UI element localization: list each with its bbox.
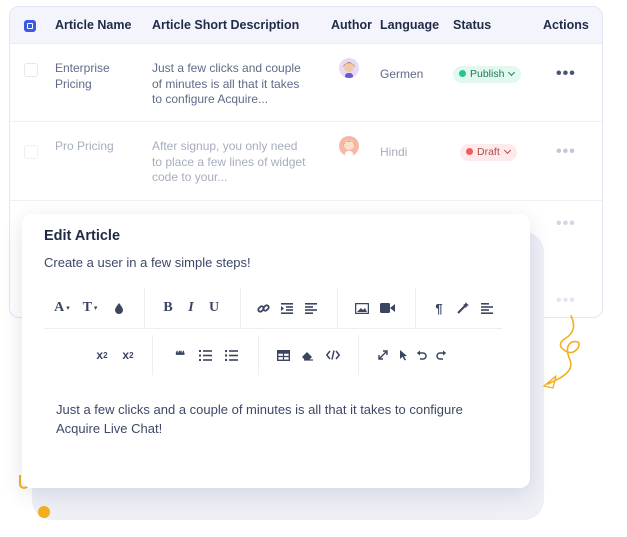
- toolbar-separator: [358, 335, 359, 375]
- magic-wand-icon[interactable]: [452, 288, 474, 328]
- article-description: After signup, you only need to place a f…: [152, 139, 305, 186]
- table-header: Article Name Article Short Description A…: [10, 7, 602, 44]
- column-short-description[interactable]: Article Short Description: [152, 18, 299, 32]
- toolbar-divider: [44, 328, 502, 329]
- column-status[interactable]: Status: [453, 18, 491, 32]
- column-language[interactable]: Language: [380, 18, 439, 32]
- chevron-down-icon: [508, 68, 516, 77]
- align-left-icon[interactable]: [300, 288, 322, 328]
- unordered-list-icon[interactable]: [220, 335, 242, 375]
- article-name[interactable]: Enterprise Pricing: [55, 61, 110, 92]
- paragraph-icon[interactable]: ¶: [428, 288, 450, 328]
- column-actions: Actions: [543, 18, 589, 32]
- article-language: Germen: [380, 67, 424, 81]
- video-icon[interactable]: [376, 288, 398, 328]
- code-icon[interactable]: [322, 335, 344, 375]
- status-dot: [459, 70, 466, 77]
- toolbar-separator: [144, 288, 145, 328]
- table-icon[interactable]: [272, 335, 294, 375]
- row-divider: [10, 200, 602, 201]
- column-author[interactable]: Author: [331, 18, 372, 32]
- undo-icon[interactable]: [410, 335, 432, 375]
- chevron-down-icon: [503, 146, 511, 155]
- modal-title: Edit Article: [44, 228, 121, 244]
- toolbar-separator: [415, 288, 416, 328]
- decorative-dot-icon: [38, 506, 50, 518]
- description-line: After signup, you only need: [152, 139, 298, 153]
- status-dot: [466, 148, 473, 155]
- squiggle-arrow-icon: [543, 315, 580, 389]
- author-avatar[interactable]: [339, 58, 359, 78]
- status-dropdown-publish[interactable]: Publish: [453, 66, 522, 83]
- editor-content-line: Just a few clicks and a couple of minute…: [56, 402, 463, 417]
- link-icon[interactable]: [252, 288, 274, 328]
- editor-content-area[interactable]: Just a few clicks and a couple of minute…: [56, 400, 506, 438]
- editor-toolbar-row-1: A ▾ T ▾ B I U ¶: [44, 288, 502, 328]
- redo-icon[interactable]: [430, 335, 452, 375]
- article-name[interactable]: Pro Pricing: [55, 139, 114, 155]
- edit-article-modal: Edit Article Create a user in a few simp…: [22, 214, 530, 488]
- row-actions-button[interactable]: •••: [556, 144, 576, 160]
- eraser-icon[interactable]: [296, 335, 318, 375]
- font-family-icon[interactable]: A ▾: [50, 288, 74, 328]
- toolbar-separator: [240, 288, 241, 328]
- underline-icon[interactable]: U: [203, 288, 225, 328]
- editor-toolbar-row-2: x2 x2 ❝❝: [88, 335, 468, 375]
- description-line: Just a few clicks and couple: [152, 61, 301, 75]
- align-icon[interactable]: [476, 288, 498, 328]
- row-checkbox[interactable]: [24, 145, 38, 159]
- row-actions-button[interactable]: •••: [556, 66, 576, 82]
- status-dropdown-draft[interactable]: Draft: [460, 144, 517, 161]
- fullscreen-icon[interactable]: [372, 335, 394, 375]
- article-name-line: Pro Pricing: [55, 139, 114, 153]
- modal-subtitle: Create a user in a few simple steps!: [44, 255, 251, 270]
- table-row[interactable]: Enterprise Pricing Just a few clicks and…: [10, 43, 602, 121]
- toolbar-separator: [258, 335, 259, 375]
- article-name-line: Pricing: [55, 76, 92, 91]
- article-description: Just a few clicks and couple of minutes …: [152, 61, 301, 108]
- bold-icon[interactable]: B: [157, 288, 179, 328]
- author-avatar[interactable]: [339, 136, 359, 156]
- description-line: to configure Acquire...: [152, 92, 269, 106]
- table-row[interactable]: Pro Pricing After signup, you only need …: [10, 122, 602, 200]
- select-all-checkbox[interactable]: [24, 20, 36, 32]
- row-actions-button[interactable]: •••: [556, 293, 576, 309]
- ordered-list-icon[interactable]: [194, 335, 216, 375]
- article-name-line: Enterprise: [55, 61, 110, 75]
- italic-icon[interactable]: I: [180, 288, 202, 328]
- superscript-icon[interactable]: x2: [117, 335, 139, 375]
- description-line: to place a few lines of widget: [152, 154, 306, 169]
- text-color-icon[interactable]: [108, 288, 130, 328]
- status-label: Draft: [477, 146, 500, 158]
- status-label: Publish: [470, 68, 505, 80]
- toolbar-separator: [152, 335, 153, 375]
- indent-icon[interactable]: [276, 288, 298, 328]
- quote-icon[interactable]: ❝❝: [168, 335, 190, 375]
- image-icon[interactable]: [351, 288, 373, 328]
- description-line: code to your...: [152, 170, 228, 184]
- row-actions-button[interactable]: •••: [556, 216, 576, 232]
- column-article-name[interactable]: Article Name: [55, 18, 131, 32]
- row-checkbox[interactable]: [24, 63, 38, 77]
- editor-content-line: Acquire Live Chat!: [56, 421, 163, 436]
- toolbar-separator: [337, 288, 338, 328]
- article-language: Hindi: [380, 145, 408, 159]
- font-size-icon[interactable]: T ▾: [78, 288, 102, 328]
- description-line: of minutes is all that it takes: [152, 76, 300, 91]
- subscript-icon[interactable]: x2: [91, 335, 113, 375]
